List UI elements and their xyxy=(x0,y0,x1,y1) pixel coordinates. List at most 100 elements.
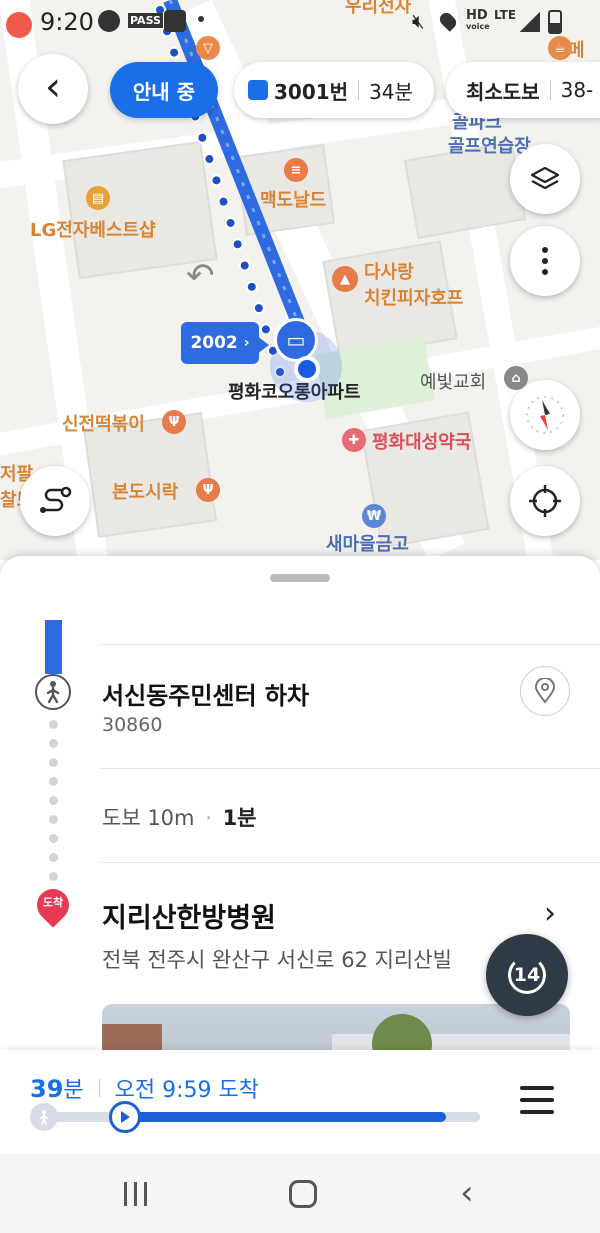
timeline-walk-dot xyxy=(49,777,58,786)
more-vertical-icon xyxy=(542,247,548,275)
layers-button[interactable] xyxy=(510,144,580,214)
bus-route-duration: 34분 xyxy=(369,79,413,104)
alight-stop-id: 30860 xyxy=(102,714,163,736)
menu-button[interactable] xyxy=(520,1086,556,1116)
destination-address: 전북 전주시 완산구 서신로 62 지리산빌 xyxy=(102,948,452,972)
more-options-button[interactable] xyxy=(510,226,580,296)
guiding-label: 안내 중 xyxy=(132,79,196,104)
recent-apps-icon xyxy=(134,1182,137,1206)
min-walk-pill[interactable]: 최소도보 38- xyxy=(446,62,600,118)
route-path-icon xyxy=(40,486,72,513)
system-navigation-bar: ‹ xyxy=(0,1154,600,1233)
walking-icon xyxy=(35,674,71,710)
map-label-church[interactable]: 예빛교회 xyxy=(420,368,486,394)
trip-summary-bar[interactable]: 39분 오전 9:59 도착 xyxy=(0,1050,600,1154)
route-walk-dot xyxy=(210,174,223,187)
alarm-icon xyxy=(6,12,32,38)
guiding-status-pill[interactable]: 안내 중 xyxy=(110,62,218,118)
pass-icon: PASS xyxy=(128,13,163,28)
bank-icon: ₩ xyxy=(362,504,386,528)
bus-icon xyxy=(248,80,268,100)
status-bar: 9:20 PASS 🔇︎ HD voice LTE xyxy=(0,0,600,44)
trip-progress-knob[interactable] xyxy=(108,1101,141,1133)
stop-location-button[interactable] xyxy=(520,666,570,716)
hd-icon: HD xyxy=(466,8,488,23)
play-icon xyxy=(120,1111,130,1123)
divider xyxy=(100,644,600,645)
arrival-time: 오전 9:59 도착 xyxy=(114,1078,260,1103)
bus-stop-marker-icon[interactable]: ▭ xyxy=(274,318,318,362)
gallery-icon xyxy=(164,10,186,32)
compass-icon xyxy=(526,396,564,434)
current-location-dot xyxy=(294,356,320,382)
map-label-bondosirak[interactable]: 본도시락 xyxy=(112,478,178,504)
min-walk-value: 38- xyxy=(560,78,594,102)
map-label-mcdonalds[interactable]: 맥도날드 xyxy=(260,186,326,212)
chevron-left-icon: ‹ xyxy=(45,64,61,110)
walk-time: 1분 xyxy=(222,806,257,830)
hamburger-icon xyxy=(520,1098,554,1102)
timeline-walk-dot xyxy=(49,834,58,843)
map-label-dasarang-2[interactable]: 치킨피자호프 xyxy=(364,284,463,310)
route-walk-dot xyxy=(238,259,251,272)
pharmacy-icon: ✚ xyxy=(342,428,366,452)
min-walk-label: 최소도보 xyxy=(466,79,540,104)
timeline-walk-dot xyxy=(49,796,58,805)
location-icon xyxy=(437,10,459,32)
walk-section: 도보 10m · 1분 xyxy=(102,802,257,832)
destination-name[interactable]: 지리산한방병원 xyxy=(102,896,276,935)
sheet-drag-handle[interactable] xyxy=(270,574,330,582)
back-button[interactable]: ‹ xyxy=(18,54,88,124)
back-nav-button[interactable]: ‹ xyxy=(460,1176,474,1210)
route-walk-dot xyxy=(245,280,258,293)
total-minutes: 39 xyxy=(30,1075,64,1103)
map-label-lg[interactable]: LG전자베스트샵 xyxy=(30,216,156,242)
trip-summary: 39분 오전 9:59 도착 xyxy=(30,1072,259,1104)
voice-icon: voice xyxy=(466,22,490,31)
refresh-countdown: 14 xyxy=(513,964,541,986)
trip-progress-fill xyxy=(124,1112,446,1122)
hamburger-icon xyxy=(520,1110,554,1114)
lte-icon: LTE xyxy=(494,8,517,22)
timeline-walk-dot xyxy=(49,815,58,824)
my-location-button[interactable] xyxy=(510,466,580,536)
route-walk-dot xyxy=(217,195,230,208)
bus-route-pill[interactable]: 3001번 34분 xyxy=(234,62,434,118)
bus-number-label: 2002 xyxy=(190,333,238,353)
compass-button[interactable] xyxy=(510,380,580,450)
hamburger-icon xyxy=(520,1086,554,1090)
battery-icon xyxy=(548,10,562,34)
timeline-walk-dot xyxy=(49,720,58,729)
map-label-tteok[interactable]: 신전떡볶이 xyxy=(62,410,145,436)
food-icon: Ψ xyxy=(162,410,186,434)
arrival-badge: 도착 xyxy=(42,896,64,909)
bus-number-chip[interactable]: 2002 › xyxy=(181,322,259,364)
alight-stop-name: 서신동주민센터 하차 xyxy=(102,682,310,710)
chip-pointer xyxy=(257,336,269,354)
route-walk-dot xyxy=(203,153,216,166)
route-walk-dot xyxy=(231,238,244,251)
chevron-right-icon[interactable]: › xyxy=(544,896,556,931)
dot-separator: · xyxy=(205,806,212,830)
food-icon: Ψ xyxy=(196,478,220,502)
map-label-dasarang-1[interactable]: 다사랑 xyxy=(364,258,414,284)
chevron-right-icon: › xyxy=(243,335,250,351)
auto-refresh-button[interactable]: 14 xyxy=(486,934,568,1016)
chicken-icon: ▲ xyxy=(332,266,358,292)
recent-apps-icon xyxy=(124,1182,127,1206)
more-dot-icon xyxy=(198,16,204,22)
recent-apps-button[interactable] xyxy=(122,1182,150,1206)
map-label-golf: 골프연습장 xyxy=(448,136,531,157)
bus-route-number: 3001번 xyxy=(274,79,349,104)
crosshair-icon xyxy=(529,485,561,517)
pill-divider xyxy=(549,80,551,100)
location-pin-icon xyxy=(534,678,556,704)
divider xyxy=(100,768,600,769)
trip-progress-track xyxy=(30,1101,480,1133)
home-button[interactable] xyxy=(289,1180,317,1208)
timeline-walk-dot xyxy=(49,758,58,767)
walk-start-icon xyxy=(30,1103,58,1131)
route-options-button[interactable] xyxy=(20,466,90,536)
map-label-bank[interactable]: 새마을금고 xyxy=(326,530,409,556)
map-label-pharmacy[interactable]: 평화대성약국 xyxy=(372,428,471,454)
